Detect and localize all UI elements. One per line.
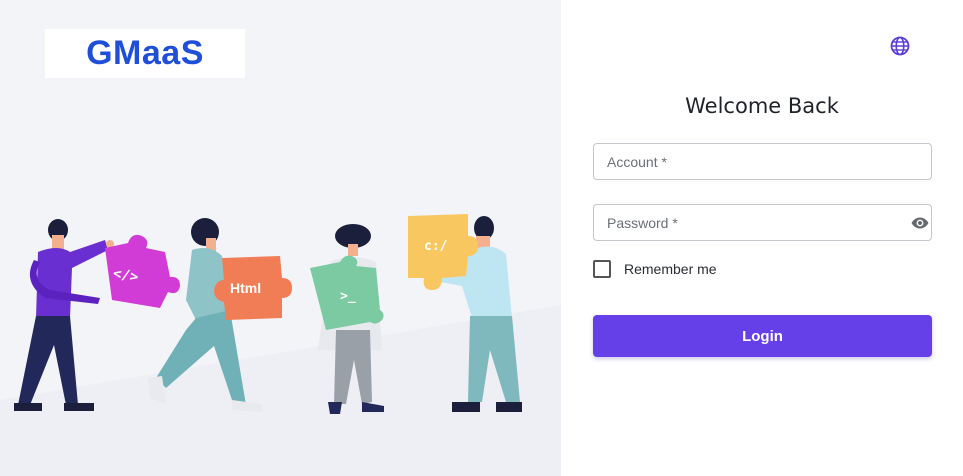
puzzle-html-label: Html bbox=[230, 280, 261, 296]
puzzle-pink: </> bbox=[105, 234, 180, 308]
account-field[interactable] bbox=[593, 143, 932, 180]
illustration-panel: GMaaS </> Html >_ c:/ bbox=[0, 0, 561, 476]
password-field[interactable] bbox=[593, 204, 932, 241]
logo-text: GMaaS bbox=[86, 34, 204, 72]
password-input[interactable] bbox=[594, 205, 931, 240]
person-purple bbox=[14, 219, 114, 411]
logo: GMaaS bbox=[45, 29, 245, 78]
account-input[interactable] bbox=[594, 144, 931, 179]
puzzle-terminal-label: >_ bbox=[340, 289, 356, 304]
puzzle-path-label: c:/ bbox=[424, 239, 448, 254]
eye-icon bbox=[911, 217, 929, 229]
login-panel: Welcome Back Remember me Login bbox=[561, 0, 963, 476]
toggle-password-visibility-button[interactable] bbox=[910, 214, 930, 232]
globe-icon bbox=[890, 36, 910, 56]
login-button[interactable]: Login bbox=[593, 315, 932, 357]
remember-me-checkbox[interactable] bbox=[593, 260, 611, 278]
remember-me-option[interactable]: Remember me bbox=[593, 260, 717, 278]
page-title: Welcome Back bbox=[685, 94, 839, 118]
puzzle-orange: Html bbox=[214, 256, 292, 320]
language-switch-button[interactable] bbox=[889, 35, 911, 57]
team-puzzle-illustration: </> Html >_ c:/ bbox=[14, 214, 522, 414]
remember-me-label: Remember me bbox=[624, 261, 717, 277]
